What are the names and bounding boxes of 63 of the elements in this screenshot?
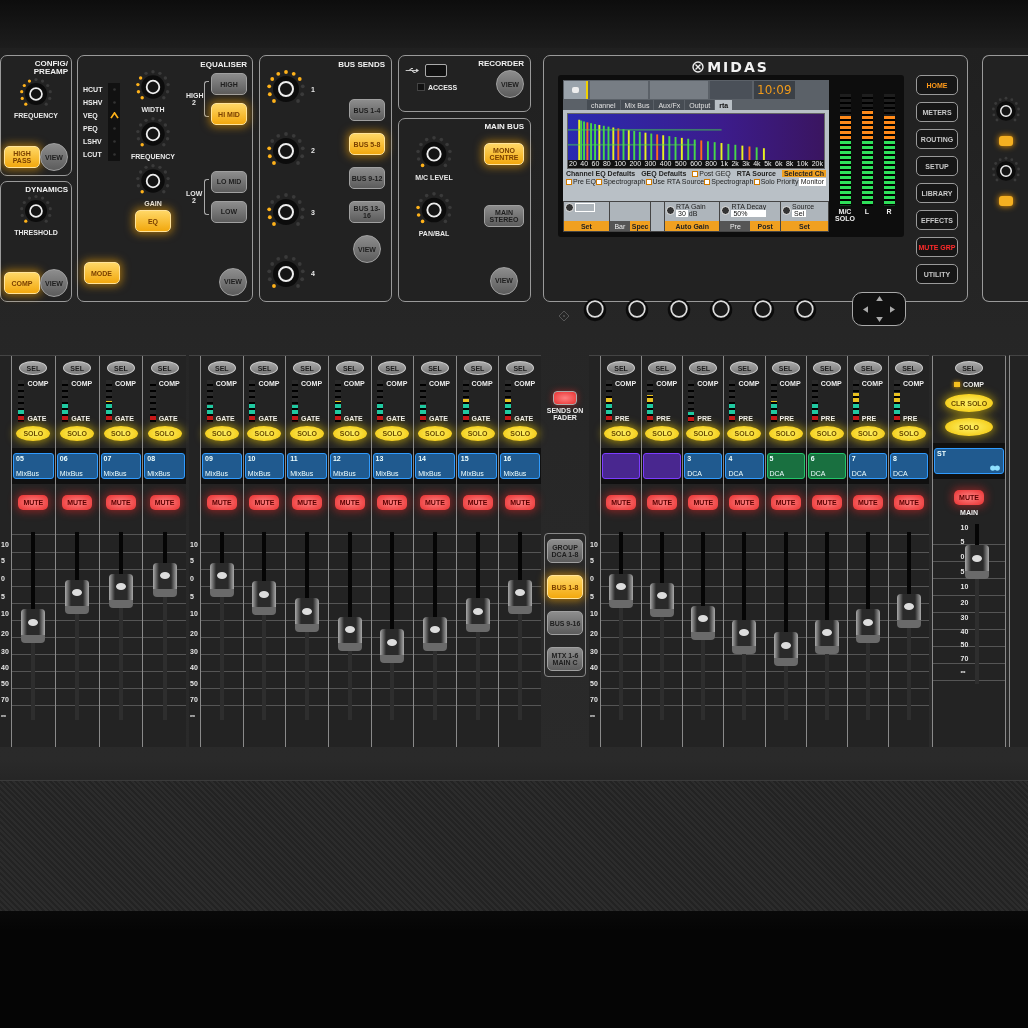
checkbox[interactable] (596, 179, 603, 186)
encoder-icon (666, 205, 675, 215)
panel-title: DYNAMICS (24, 186, 68, 195)
panel-title: CONFIG/ PREAMP (32, 60, 68, 77)
usb-icon (405, 67, 421, 74)
fader-knob[interactable] (691, 605, 716, 640)
arrow-left-icon[interactable] (863, 305, 868, 313)
navigation-pad[interactable] (852, 292, 906, 326)
checkbox[interactable] (704, 179, 711, 186)
brand-logo: MIDAS (707, 59, 769, 75)
fader-knob[interactable] (65, 579, 90, 614)
header-field (590, 81, 648, 99)
panel-title: MAIN BUS (483, 123, 524, 132)
checkbox[interactable] (692, 170, 699, 177)
rotary-encoder[interactable] (708, 296, 734, 322)
fader-knob[interactable] (380, 629, 405, 663)
fader-knob[interactable] (337, 616, 362, 651)
rotary-encoder[interactable] (750, 296, 776, 322)
fader-knob[interactable] (508, 579, 533, 614)
encoder-icon (782, 205, 791, 215)
encoder-icon (721, 205, 731, 215)
fader-knob[interactable] (21, 609, 46, 643)
fader-knob[interactable] (773, 632, 798, 667)
fader-knob[interactable] (465, 598, 490, 633)
arrow-right-icon[interactable] (890, 305, 895, 313)
panel-title: RECORDER (478, 60, 524, 69)
fader-knob[interactable] (896, 593, 921, 628)
encoder-icon (565, 203, 574, 212)
panel-title: EQUALISER (199, 61, 247, 70)
arrow-up-icon[interactable] (875, 296, 883, 301)
checkbox[interactable] (753, 179, 760, 186)
rotary-encoder[interactable] (666, 296, 692, 322)
fader-knob[interactable] (295, 598, 320, 633)
rotary-encoder[interactable] (582, 296, 608, 322)
access-led-icon (417, 83, 425, 91)
fader-knob[interactable] (252, 581, 277, 616)
checkbox[interactable] (645, 179, 652, 186)
stereo-icon (989, 464, 1001, 472)
logo-icon (692, 61, 705, 73)
checkbox[interactable] (566, 179, 572, 186)
fader-knob[interactable] (209, 562, 234, 597)
rotary-encoder[interactable] (624, 296, 650, 322)
sends-on-fader-button[interactable] (553, 391, 577, 405)
rotary-encoder[interactable] (792, 296, 818, 322)
panel-title: BUS SENDS (337, 61, 385, 70)
fader-knob[interactable] (152, 562, 177, 597)
fader-knob[interactable] (732, 619, 757, 654)
fader-knob[interactable] (108, 573, 133, 608)
usb-port[interactable] (425, 64, 447, 77)
fader-knob[interactable] (855, 609, 880, 643)
arrow-down-icon[interactable] (875, 317, 883, 322)
status-indicator-icon (710, 81, 752, 99)
fader-knob[interactable] (609, 573, 634, 608)
clock-time: 10:09 (754, 81, 795, 99)
fader-knob[interactable] (650, 582, 675, 617)
value-field[interactable] (575, 203, 595, 212)
fader-knob[interactable] (814, 619, 839, 654)
button-light-icon (998, 136, 1013, 146)
button-light-icon (998, 196, 1013, 206)
fader-knob[interactable] (422, 616, 447, 651)
header-field (650, 81, 708, 99)
speaker-grille-icon (558, 310, 570, 322)
fader-knob[interactable] (964, 545, 989, 580)
